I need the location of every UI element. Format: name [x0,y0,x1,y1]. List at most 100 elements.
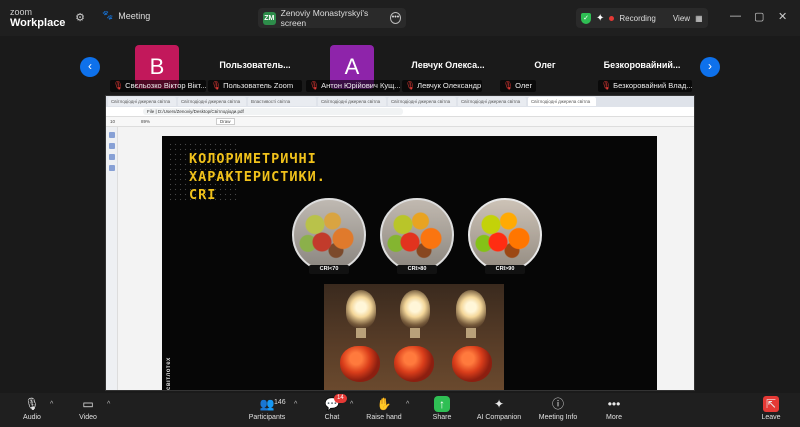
encryption-shield-icon[interactable]: ✓ [581,12,591,24]
chat-icon: 💬 14 [324,394,347,412]
browser-tab: Світлодіодні джерела світла [318,97,386,106]
fruit-photo-cri-low [292,198,366,272]
brand-top: zoom [10,7,33,17]
shared-screen-indicator[interactable]: ZM Zenoviy Monastyrskyi's screen ••• [258,8,406,28]
pdf-toolbar: 10 89% Draw [106,117,694,127]
audio-button[interactable]: 🎙 Audio [20,396,44,421]
minimize-icon[interactable]: — [730,10,741,22]
browser-url: File | D:/Users/Zenoviy/Desktop/Світлоді… [143,108,403,115]
browser-tab: Властивості світла [248,97,316,106]
prev-page-arrow-icon[interactable]: ‹ [80,57,100,77]
video-button[interactable]: ▭ Video [76,396,100,421]
rail-icon [108,143,115,149]
mic-muted-icon: 🎙 [211,81,222,90]
close-icon[interactable]: ✕ [778,10,787,23]
leave-icon: ⇱ [763,396,779,412]
cri-label: CRI<70 [309,265,349,274]
rail-icon [108,132,115,138]
settings-icon[interactable]: ⚙ [72,10,88,26]
next-page-arrow-icon[interactable]: › [700,57,720,77]
ai-companion-icon: ✦ [493,397,505,411]
browser-tab-bar: Світлодіодні джерела світла Світлодіодні… [106,96,694,107]
chat-options-chevron-icon[interactable]: ^ [350,401,353,408]
browser-tab: Світлодіодні джерела світла [388,97,456,106]
slide-title: КОЛОРИМЕТРИЧНІ ХАРАКТЕРИСТИКИ. CRI [189,151,326,203]
ai-companion-button[interactable]: ✦ AI Companion [474,396,524,421]
browser-tab: Світлодіодні джерела світла [178,97,246,106]
mic-muted-icon: 🎙 [601,81,612,90]
share-button[interactable]: ↑ Share [430,396,454,421]
pdf-zoom-level: 89% [141,119,151,124]
view-menu[interactable]: View [673,14,690,23]
participants-options-chevron-icon[interactable]: ^ [294,401,297,408]
apple-image [340,346,380,382]
paw-icon: 🐾 [102,10,114,20]
participants-count: 146 [274,399,286,406]
browser-tab: Світлодіодні джерела світла [108,97,176,106]
meeting-controls: 🎙 Audio ^ ▭ Video ^ 👥 Participants 146 ^… [0,393,800,427]
raise-hand-button[interactable]: ✋ Raise hand [364,396,404,421]
recording-label[interactable]: Recording [619,14,655,23]
zoom-window: zoom Workplace ⚙ 🐾 Meeting ZM Zenoviy Mo… [0,0,800,427]
bulb-image [456,290,486,328]
audio-options-chevron-icon[interactable]: ^ [50,401,53,408]
browser-tab-active: Світлодіодні джерела світла [528,97,596,106]
title-bar: zoom Workplace ⚙ 🐾 Meeting ZM Zenoviy Mo… [0,0,800,36]
bulb-socket [410,328,420,338]
share-screen-icon: ↑ [434,396,450,412]
participant-display-name: Пользователь... [219,60,291,70]
maximize-icon[interactable]: ▢ [754,10,764,23]
browser-side-rail [106,127,118,390]
status-group: ✓ ✦ Recording View ▦ [576,8,708,28]
participant-name-label: 🎙 Антон Юрійович Кущ... [306,80,400,92]
pdf-page-number: 10 [110,119,116,124]
chat-button[interactable]: 💬 14 Chat [320,394,347,421]
browser-address-bar: File | D:/Users/Zenoviy/Desktop/Світлоді… [106,107,694,117]
bulbs-apples-photo [324,284,504,390]
participant-display-name: Левчук Олекса... [411,60,485,70]
more-button[interactable]: ••• More [602,396,626,421]
mic-muted-icon: 🎙 [24,397,40,411]
browser-tab: Світлодіодні джерела світла [458,97,526,106]
rail-icon [108,165,115,171]
video-options-chevron-icon[interactable]: ^ [107,401,110,408]
bulb-image [346,290,376,328]
bulb-image [400,290,430,328]
zoom-logo: zoom Workplace [10,7,65,29]
participant-name-label: 🎙 Безкоровайний Влад... [598,80,692,92]
participant-name-label: 🎙 Свєльозко Віктор Вікт... [110,80,206,92]
slide-logo: світлотех [166,357,172,390]
meeting-menu[interactable]: 🐾 Meeting [102,10,150,21]
shared-screen: Світлодіодні джерела світла Світлодіодні… [105,95,695,391]
view-grid-icon[interactable]: ▦ [695,14,703,23]
participant-display-name: Безкоровайний... [603,60,681,70]
cri-label: CRI>90 [485,265,525,274]
camera-off-icon: ▭ [82,397,94,411]
participant-name-label: 🎙 Левчук Олександр [402,80,482,92]
leave-button[interactable]: ⇱ Leave [758,396,784,421]
recording-dot-icon [609,15,615,21]
pdf-draw-tool: Draw [216,118,235,125]
ai-sparkle-icon[interactable]: ✦ [596,13,604,24]
screen-options-icon[interactable]: ••• [389,12,401,24]
fruit-photo-cri-high [468,198,542,272]
screen-owner-label: Zenoviy Monastyrskyi's screen [280,8,369,28]
chat-unread-badge: 14 [334,394,347,403]
mic-muted-icon: 🎙 [405,81,416,90]
raise-hand-icon: ✋ [376,397,392,411]
mic-muted-icon: 🎙 [503,81,514,90]
mic-muted-icon: 🎙 [309,81,320,90]
rail-icon [108,154,115,160]
cri-label: CRI>80 [397,265,437,274]
info-icon: ⓘ [551,397,564,411]
pdf-slide: КОЛОРИМЕТРИЧНІ ХАРАКТЕРИСТИКИ. CRI CRI<7… [162,136,657,390]
bulb-socket [466,328,476,338]
meeting-info-button[interactable]: ⓘ Meeting Info [536,396,580,421]
more-dots-icon: ••• [607,397,621,411]
screen-owner-avatar: ZM [263,11,276,25]
apple-image [452,346,492,382]
fruit-photo-cri-mid [380,198,454,272]
mic-muted-icon: 🎙 [113,81,124,90]
participant-display-name: Олег [534,60,556,70]
reactions-options-chevron-icon[interactable]: ^ [406,401,409,408]
